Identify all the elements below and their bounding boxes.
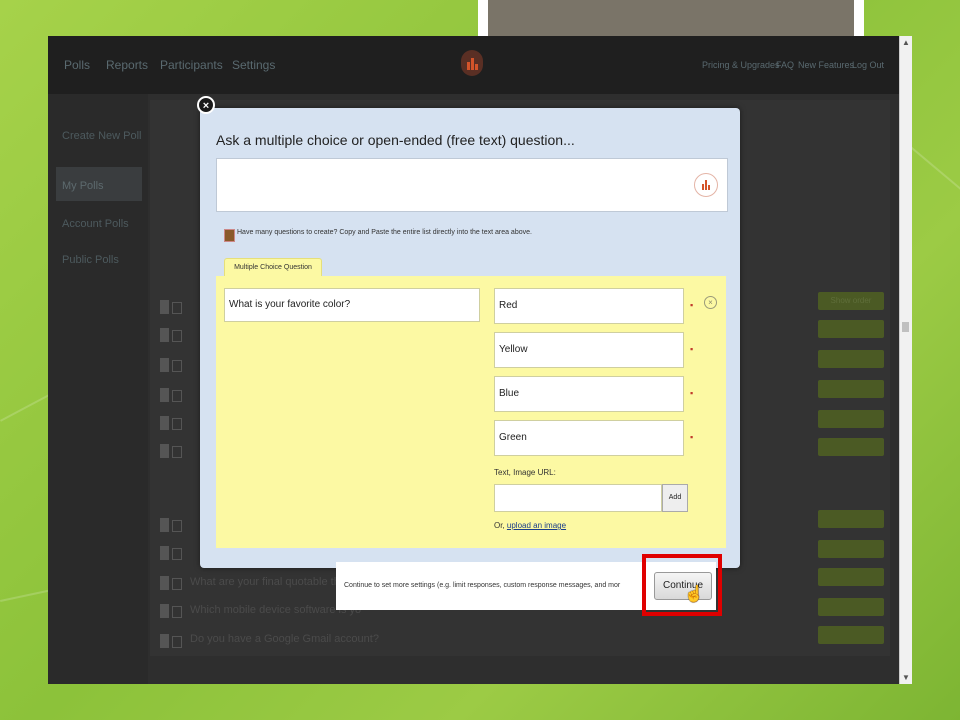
- slide-top-image: [488, 0, 854, 36]
- table-row: [160, 300, 184, 314]
- table-row: [160, 328, 184, 342]
- sidebar-item-public-polls[interactable]: Public Polls: [62, 254, 119, 266]
- sidebar-item-create-new-poll[interactable]: Create New Poll: [62, 130, 141, 142]
- hand-cursor-icon: ☝: [684, 586, 704, 603]
- multiple-choice-panel: What is your favorite color? Red ▪ × Yel…: [216, 276, 726, 548]
- table-row: [160, 358, 184, 372]
- or-label: Or,: [494, 521, 505, 530]
- required-marker: ▪: [690, 388, 694, 398]
- show-order-button[interactable]: Show order: [818, 292, 884, 310]
- poll-count-button[interactable]: [818, 350, 884, 368]
- table-row: [160, 546, 184, 560]
- scroll-down-icon[interactable]: ▼: [902, 673, 910, 682]
- answer-input-1[interactable]: Red: [494, 288, 684, 324]
- table-row: [160, 444, 184, 458]
- app-header: Polls Reports Participants Settings Pric…: [48, 36, 900, 94]
- table-row: [160, 604, 184, 618]
- scrollbar[interactable]: ▲ ▼: [899, 36, 912, 684]
- nav-participants[interactable]: Participants: [160, 58, 223, 72]
- poll-count-button[interactable]: [818, 626, 884, 644]
- close-icon[interactable]: ×: [197, 96, 215, 114]
- poll-count-button[interactable]: [818, 598, 884, 616]
- sidebar-item-my-polls[interactable]: My Polls: [62, 180, 104, 192]
- question-textarea[interactable]: [216, 158, 728, 212]
- table-row: [160, 576, 184, 590]
- image-url-input[interactable]: [494, 484, 662, 512]
- upload-image-link[interactable]: upload an image: [507, 521, 566, 530]
- remove-icon[interactable]: ×: [704, 296, 717, 309]
- table-row: [160, 634, 184, 648]
- poll-question-text[interactable]: What are your final quotable thing: [190, 576, 355, 588]
- highlight-box: [642, 554, 722, 616]
- sidebar-item-account-polls[interactable]: Account Polls: [62, 218, 129, 230]
- poll-count-button[interactable]: [818, 380, 884, 398]
- answer-input-3[interactable]: Blue: [494, 376, 684, 412]
- answer-input-4[interactable]: Green: [494, 420, 684, 456]
- nav-pricing[interactable]: Pricing & Upgrades: [702, 60, 780, 70]
- nav-settings[interactable]: Settings: [232, 58, 275, 72]
- tab-multiple-choice[interactable]: Multiple Choice Question: [224, 258, 322, 277]
- poll-count-button[interactable]: [818, 410, 884, 428]
- poll-question-text[interactable]: Do you have a Google Gmail account?: [190, 633, 379, 645]
- nav-reports[interactable]: Reports: [106, 58, 148, 72]
- clipboard-icon: [224, 229, 235, 242]
- required-marker: ▪: [690, 300, 694, 310]
- nav-polls[interactable]: Polls: [64, 58, 90, 72]
- poll-count-button[interactable]: [818, 438, 884, 456]
- scroll-thumb[interactable]: [902, 322, 909, 332]
- table-row: [160, 388, 184, 402]
- upload-row: Or, upload an image: [494, 521, 566, 530]
- app-logo-icon: [461, 50, 483, 76]
- question-modal: Ask a multiple choice or open-ended (fre…: [200, 108, 740, 568]
- required-marker: ▪: [690, 432, 694, 442]
- scroll-up-icon[interactable]: ▲: [902, 38, 910, 47]
- poll-count-button[interactable]: [818, 540, 884, 558]
- sidebar: Create New Poll My Polls Account Polls P…: [48, 94, 148, 684]
- question-input[interactable]: What is your favorite color?: [224, 288, 480, 322]
- nav-faq[interactable]: FAQ: [776, 60, 794, 70]
- poll-count-button[interactable]: [818, 568, 884, 586]
- continue-hint: Continue to set more settings (e.g. limi…: [344, 582, 621, 589]
- nav-logout[interactable]: Log Out: [852, 60, 884, 70]
- answer-input-2[interactable]: Yellow: [494, 332, 684, 368]
- app-logo-icon: [694, 173, 718, 197]
- modal-title: Ask a multiple choice or open-ended (fre…: [216, 132, 575, 148]
- image-url-label: Text, Image URL:: [494, 468, 556, 477]
- table-row: [160, 416, 184, 430]
- add-button[interactable]: Add: [662, 484, 688, 512]
- required-marker: ▪: [690, 344, 694, 354]
- poll-count-button[interactable]: [818, 320, 884, 338]
- table-row: [160, 518, 184, 532]
- poll-count-button[interactable]: [818, 510, 884, 528]
- paste-hint: Have many questions to create? Copy and …: [237, 229, 532, 236]
- nav-new-features[interactable]: New Features: [798, 60, 854, 70]
